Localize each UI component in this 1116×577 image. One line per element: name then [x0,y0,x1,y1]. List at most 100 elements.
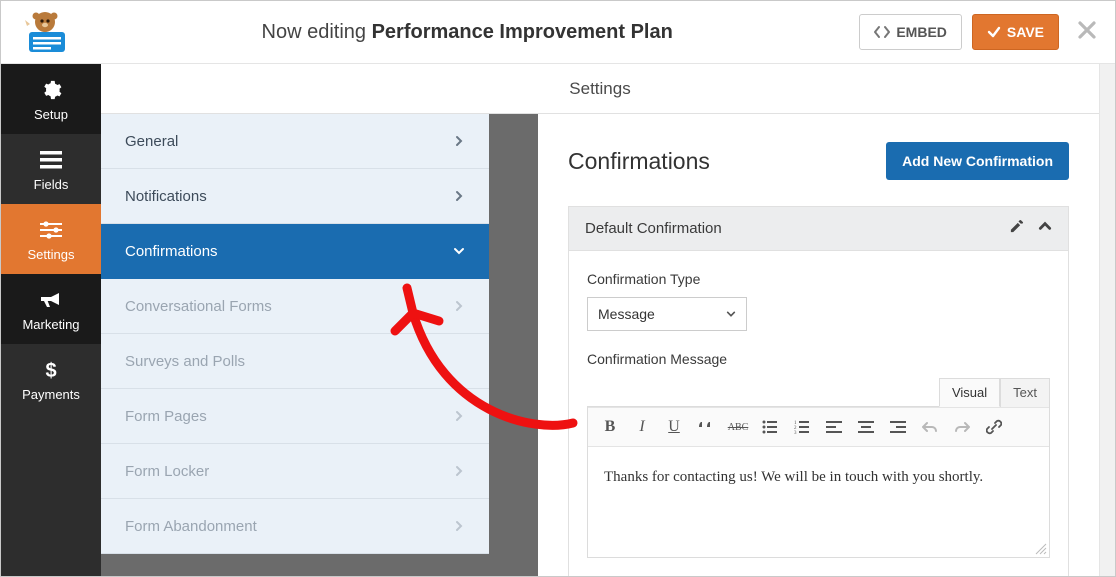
confirmations-panel: Confirmations Add New Confirmation Defau… [538,114,1099,576]
card-title: Default Confirmation [585,220,722,237]
redo-button[interactable] [948,413,976,441]
sidebar-label: Payments [22,387,80,402]
align-right-button[interactable] [884,413,912,441]
chevron-right-icon [453,465,465,477]
list-ol-icon: 123 [794,420,810,434]
nav-label: Surveys and Polls [125,353,245,370]
close-button[interactable] [1077,20,1097,45]
form-name: Performance Improvement Plan [372,21,673,43]
undo-icon [922,420,938,434]
nav-item-conversational-forms[interactable]: Conversational Forms [101,279,489,334]
nav-item-surveys-polls[interactable]: Surveys and Polls [101,334,489,389]
chevron-down-icon [726,309,736,319]
nav-label: Form Pages [125,408,207,425]
sidebar-label: Fields [34,177,69,192]
list-icon [40,147,62,173]
strikethrough-button[interactable]: ABC [724,413,752,441]
nav-label: General [125,133,178,150]
editing-prefix: Now editing [262,21,372,43]
nav-label: Form Locker [125,463,209,480]
chevron-down-icon [453,245,465,257]
blockquote-button[interactable] [692,413,720,441]
add-confirmation-button[interactable]: Add New Confirmation [886,142,1069,180]
underline-button[interactable]: U [660,413,688,441]
sidebar-label: Setup [34,107,68,122]
bullet-list-button[interactable] [756,413,784,441]
svg-text:3: 3 [794,431,797,434]
embed-label: EMBED [896,24,947,40]
code-icon [874,25,890,39]
confirmation-type-label: Confirmation Type [587,271,1050,287]
collapse-button[interactable] [1038,219,1052,238]
edit-button[interactable] [1009,219,1024,238]
align-right-icon [890,420,906,434]
sidebar-item-fields[interactable]: Fields [1,134,101,204]
logo [19,9,75,55]
numbered-list-button[interactable]: 123 [788,413,816,441]
main-header-title: Settings [569,79,630,99]
nav-label: Form Abandonment [125,518,257,535]
editor-toolbar: B I U ABC [588,407,1049,447]
bold-button[interactable]: B [596,413,624,441]
link-icon [986,419,1002,435]
nav-label: Confirmations [125,243,218,260]
close-icon [1077,20,1097,40]
align-left-icon [826,420,842,434]
chevron-right-icon [453,300,465,312]
align-left-button[interactable] [820,413,848,441]
message-text: Thanks for contacting us! We will be in … [604,469,983,485]
chevron-right-icon [453,520,465,532]
wpforms-logo-icon [21,10,73,54]
editor-content[interactable]: Thanks for contacting us! We will be in … [588,447,1049,557]
tab-text[interactable]: Text [1000,378,1050,407]
italic-button[interactable]: I [628,413,656,441]
rich-text-editor: B I U ABC [587,406,1050,558]
nav-label: Notifications [125,188,207,205]
nav-item-general[interactable]: General [101,114,489,169]
bullhorn-icon [39,287,63,313]
card-header: Default Confirmation [569,207,1068,251]
sidebar-item-setup[interactable]: Setup [1,64,101,134]
resize-handle-icon[interactable] [1035,543,1047,555]
sidebar-item-settings[interactable]: Settings [1,204,101,274]
main-header: Settings [101,64,1099,114]
nav-item-form-pages[interactable]: Form Pages [101,389,489,444]
nav-label: Conversational Forms [125,298,272,315]
sidebar-item-marketing[interactable]: Marketing [1,274,101,344]
confirmation-message-label: Confirmation Message [587,351,1050,367]
scrollbar[interactable] [1099,64,1115,576]
quote-icon [698,420,714,434]
save-label: SAVE [1007,24,1044,40]
undo-button[interactable] [916,413,944,441]
tab-visual[interactable]: Visual [939,378,1000,407]
page-title: Now editing Performance Improvement Plan [75,21,859,44]
svg-text:$: $ [45,360,56,381]
sliders-icon [40,217,62,243]
confirmation-card: Default Confirmation [568,206,1069,576]
sidebar-item-payments[interactable]: $ Payments [1,344,101,414]
sidebar: Setup Fields Settings Marketing [1,64,101,576]
chevron-right-icon [453,190,465,202]
chevron-right-icon [453,135,465,147]
redo-icon [954,420,970,434]
pencil-icon [1009,219,1024,234]
gutter [489,114,538,576]
nav-item-form-locker[interactable]: Form Locker [101,444,489,499]
nav-item-notifications[interactable]: Notifications [101,169,489,224]
save-button[interactable]: SAVE [972,14,1059,50]
nav-item-form-abandonment[interactable]: Form Abandonment [101,499,489,554]
sidebar-label: Settings [28,247,75,262]
sidebar-label: Marketing [22,317,79,332]
confirmation-type-select[interactable]: Message [587,297,747,331]
settings-nav: General Notifications Confirmations [101,114,489,576]
panel-title: Confirmations [568,148,710,175]
list-ul-icon [762,420,778,434]
chevron-up-icon [1038,219,1052,233]
editor-tabs: Visual Text [587,377,1050,406]
embed-button[interactable]: EMBED [859,14,962,50]
align-center-button[interactable] [852,413,880,441]
dollar-icon: $ [44,357,58,383]
nav-item-confirmations[interactable]: Confirmations [101,224,489,279]
gear-icon [40,77,62,103]
link-button[interactable] [980,413,1008,441]
